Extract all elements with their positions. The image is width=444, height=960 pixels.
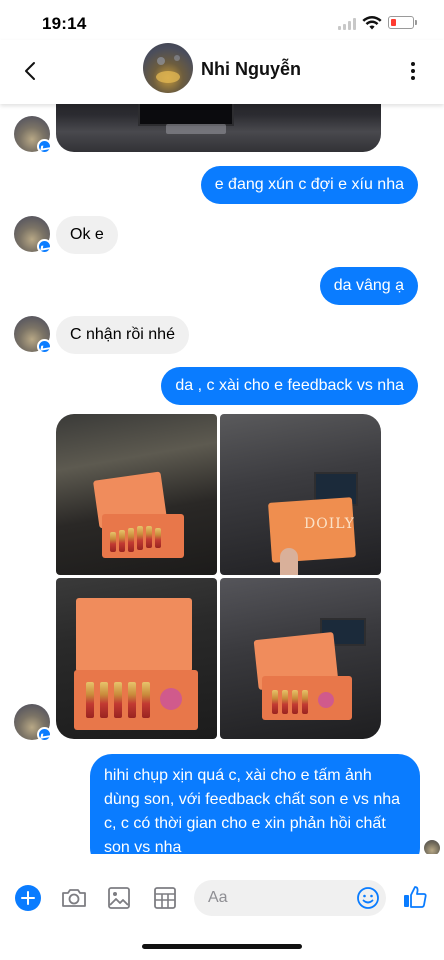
contact-avatar[interactable] bbox=[143, 43, 193, 93]
photo-lipstick-box-3[interactable] bbox=[220, 578, 381, 739]
sender-avatar bbox=[14, 216, 52, 254]
contact-name[interactable]: Nhi Nguyễn bbox=[201, 59, 301, 80]
more-vertical-icon[interactable] bbox=[405, 60, 421, 82]
battery-icon bbox=[388, 16, 417, 29]
messenger-badge-icon bbox=[37, 239, 52, 254]
messenger-badge-icon bbox=[37, 727, 52, 742]
envelope-text: DOILY bbox=[304, 516, 355, 532]
camera-icon[interactable] bbox=[60, 885, 88, 911]
emoji-icon[interactable] bbox=[356, 886, 380, 910]
message-list[interactable]: e đang xún c đợi e xíu nha Ok e da vâng … bbox=[0, 104, 444, 854]
status-time: 19:14 bbox=[42, 14, 87, 33]
plus-icon[interactable] bbox=[15, 885, 41, 911]
message-outgoing[interactable]: e đang xún c đợi e xíu nha bbox=[200, 166, 418, 204]
photo-lipstick-box-1[interactable] bbox=[56, 414, 217, 575]
gif-icon[interactable] bbox=[152, 885, 178, 911]
message-outgoing[interactable]: da , c xài cho e feedback vs nha bbox=[161, 367, 418, 405]
wifi-icon bbox=[362, 16, 382, 30]
thumbs-up-icon[interactable] bbox=[402, 884, 428, 910]
back-arrow-icon[interactable] bbox=[18, 58, 44, 84]
signal-icon bbox=[338, 18, 358, 30]
conversation-header: Nhi Nguyễn bbox=[0, 40, 444, 104]
photo-message-car-interior[interactable] bbox=[56, 104, 381, 152]
message-composer bbox=[0, 872, 444, 926]
sender-avatar bbox=[14, 116, 52, 154]
seen-indicator-avatar bbox=[424, 840, 440, 854]
photo-envelope[interactable]: DOILY bbox=[220, 414, 381, 575]
message-incoming[interactable]: Ok e bbox=[56, 216, 118, 254]
message-outgoing[interactable]: hihi chụp xịn quá c, xài cho e tấm ảnh d… bbox=[90, 754, 420, 854]
message-incoming[interactable]: C nhận rồi nhé bbox=[56, 316, 189, 354]
photo-grid: DOILY bbox=[56, 414, 381, 739]
sender-avatar bbox=[14, 704, 52, 742]
home-indicator[interactable] bbox=[142, 944, 302, 949]
gallery-icon[interactable] bbox=[106, 885, 132, 911]
message-outgoing[interactable]: da vâng ạ bbox=[319, 267, 418, 305]
messenger-badge-icon bbox=[37, 139, 52, 154]
sender-avatar bbox=[14, 316, 52, 354]
messenger-badge-icon bbox=[37, 339, 52, 354]
photo-lipstick-box-2[interactable] bbox=[56, 578, 217, 739]
